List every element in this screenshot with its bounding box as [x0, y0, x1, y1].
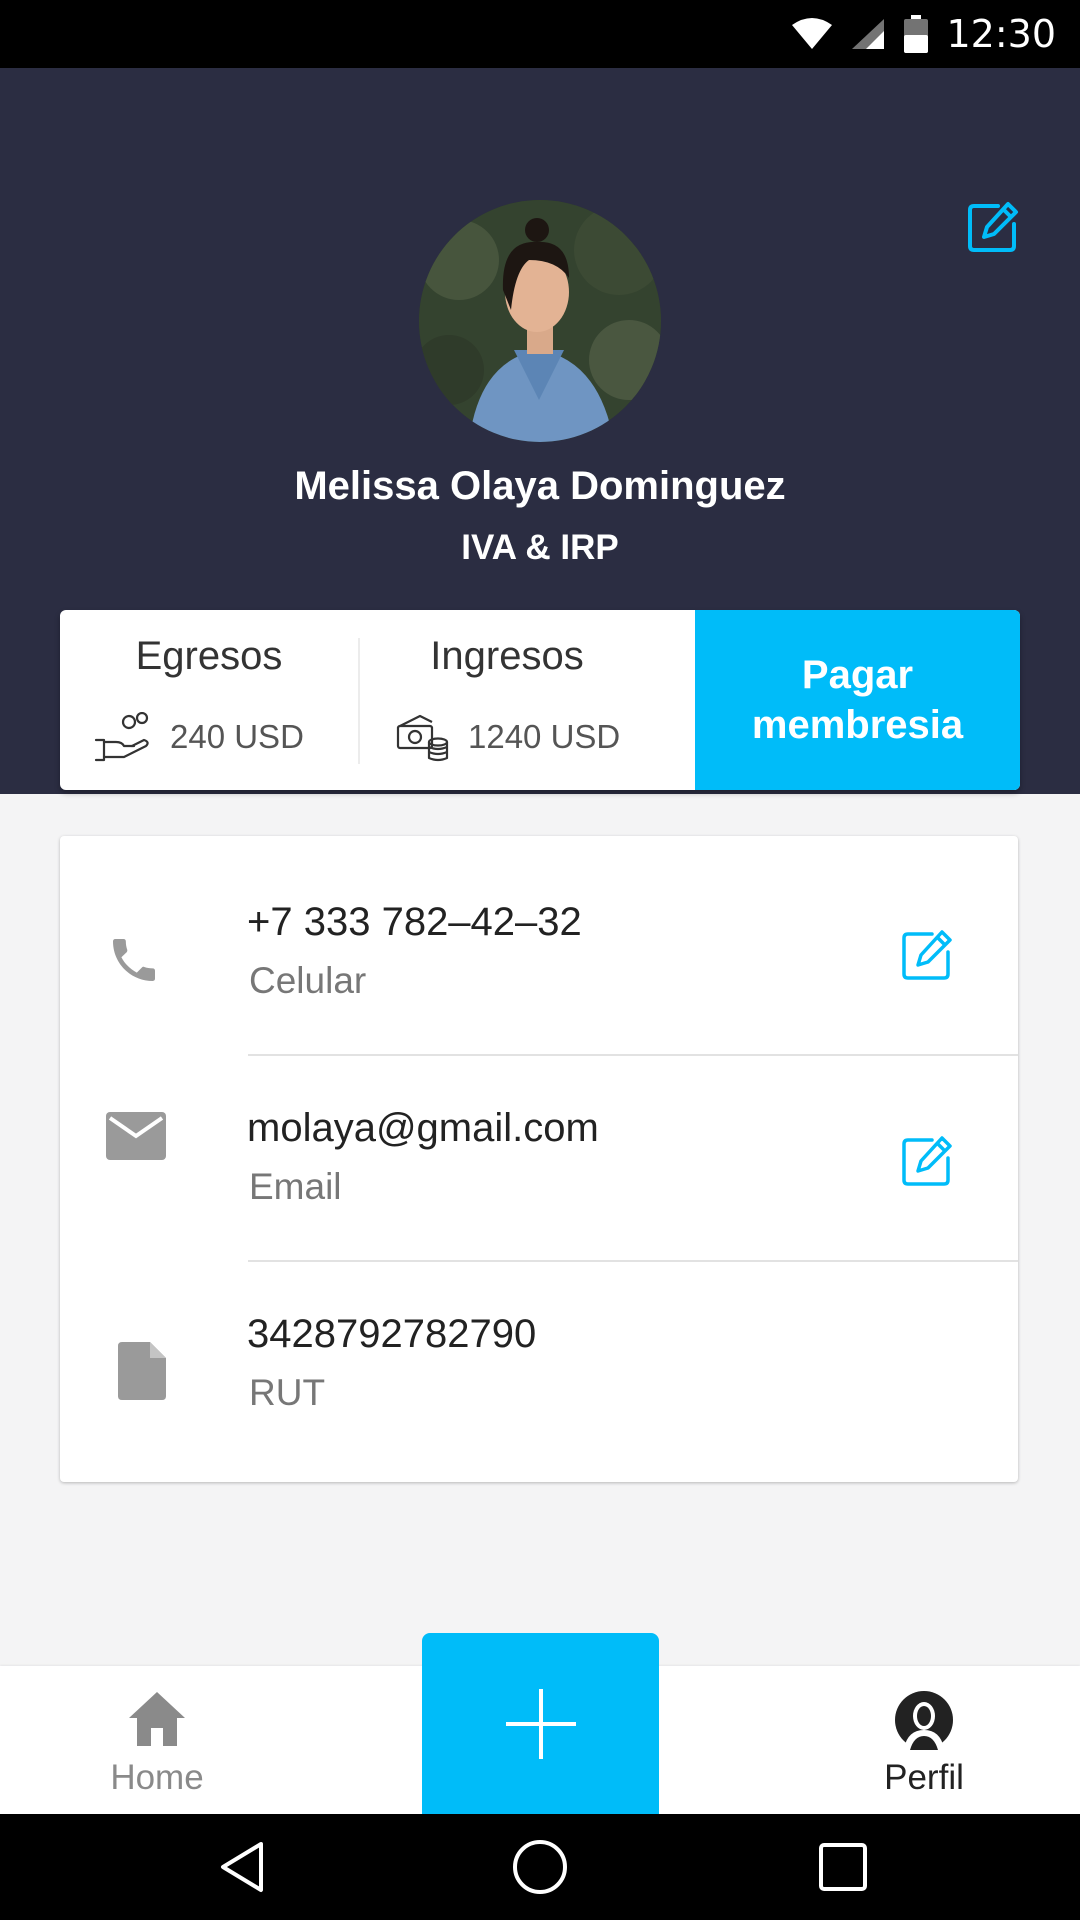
edit-icon[interactable] — [964, 198, 1022, 256]
status-icons: 12:30 — [792, 0, 1056, 68]
battery-icon — [904, 15, 929, 53]
edit-phone-icon[interactable] — [898, 926, 956, 984]
stats-card: Egresos 240 USD Ingresos 1240 USD Pagar … — [60, 610, 1020, 790]
status-bar: 12:30 — [0, 0, 1080, 68]
nav-home-label: Home — [110, 1758, 204, 1797]
nav-home[interactable]: Home — [57, 1666, 257, 1814]
system-recents-button[interactable] — [783, 1814, 903, 1920]
system-back-button[interactable] — [182, 1814, 302, 1920]
contact-row-phone: +7 333 782–42–32 Celular — [60, 836, 1018, 1040]
pay-membership-button[interactable]: Pagar membresia — [695, 610, 1020, 790]
profile-name: Melissa Olaya Dominguez — [294, 464, 786, 508]
phone-number: +7 333 782–42–32 — [247, 900, 582, 944]
system-home-button[interactable] — [480, 1814, 600, 1920]
mail-icon — [106, 1112, 166, 1160]
contact-row-email: molaya@gmail.com Email — [60, 1054, 1018, 1258]
contact-card: +7 333 782–42–32 Celular molaya@gmail.co… — [60, 836, 1018, 1482]
phone-label: Celular — [249, 960, 367, 1001]
profile-header: Melissa Olaya Dominguez IVA & IRP Egreso… — [0, 68, 1080, 794]
signal-icon — [852, 19, 885, 49]
back-icon — [221, 1842, 263, 1892]
hand-coins-icon — [94, 712, 149, 762]
stat-value: 1240 USD — [468, 718, 621, 755]
stat-value: 240 USD — [170, 718, 304, 755]
email-value: molaya@gmail.com — [247, 1106, 599, 1150]
wifi-icon — [792, 18, 833, 49]
tax-regime: IVA & IRP — [461, 528, 619, 567]
avatar-image — [419, 200, 661, 442]
plus-icon — [506, 1689, 576, 1759]
email-label: Email — [249, 1166, 342, 1207]
stat-title: Ingresos — [430, 634, 584, 678]
stat-title: Egresos — [135, 634, 283, 678]
stat-ingresos[interactable]: Ingresos 1240 USD — [358, 610, 656, 790]
status-time: 12:30 — [946, 12, 1056, 56]
nav-perfil-label: Perfil — [884, 1758, 964, 1797]
rut-label: RUT — [249, 1372, 326, 1413]
home-circle-icon — [513, 1840, 567, 1894]
recents-icon — [819, 1843, 867, 1891]
stat-egresos[interactable]: Egresos 240 USD — [60, 610, 358, 790]
home-icon — [129, 1692, 185, 1746]
rut-value: 3428792782790 — [247, 1312, 537, 1356]
add-button[interactable] — [422, 1633, 659, 1814]
system-nav-bar — [0, 1814, 1080, 1920]
document-icon — [118, 1342, 166, 1400]
edit-email-icon[interactable] — [898, 1132, 956, 1190]
nav-perfil[interactable]: Perfil — [824, 1666, 1024, 1814]
user-icon — [895, 1691, 953, 1750]
cash-stack-icon — [396, 714, 449, 762]
avatar — [419, 200, 661, 442]
contact-row-rut: 3428792782790 RUT — [60, 1256, 1018, 1460]
phone-icon — [113, 939, 155, 981]
